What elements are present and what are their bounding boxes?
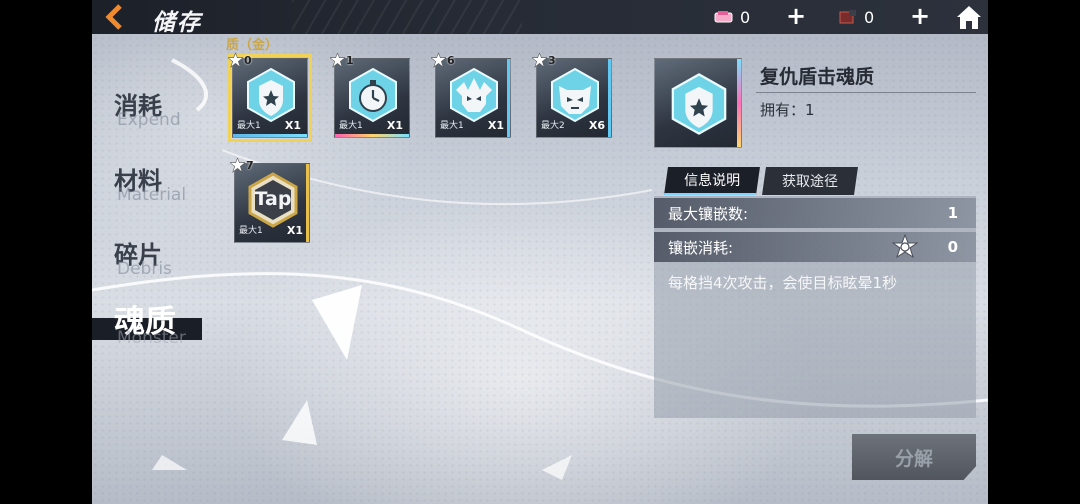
item-description: 每格挡4次攻击，会使目标眩晕1秒 — [668, 274, 898, 292]
page-title: 储存 — [152, 10, 202, 36]
shield-star-icon — [671, 73, 727, 135]
star-level-value: 7 — [246, 159, 254, 172]
star-level: 0 — [228, 53, 252, 68]
tab-expend[interactable]: 消耗 Expend — [92, 86, 212, 136]
star-level: 7 — [230, 158, 254, 173]
item-max: 最大2 — [541, 121, 565, 131]
tab-material-sublabel: Material — [117, 185, 187, 205]
item-max: 最大1 — [237, 121, 261, 131]
star-badge-icon — [431, 53, 446, 68]
rarity-side — [306, 164, 309, 242]
inlay-cost-label: 镶嵌消耗: — [668, 238, 734, 257]
star-level-value: 0 — [244, 54, 252, 67]
rarity-side — [608, 59, 611, 137]
star-level: 3 — [532, 53, 556, 68]
pink-ticket-icon — [714, 11, 733, 23]
top-bar: 储存 0 + 0 + — [92, 0, 988, 36]
item-count: X1 — [386, 119, 403, 132]
star-cost-icon — [891, 234, 918, 259]
max-inlay-value: 1 — [947, 204, 958, 222]
star-level: 1 — [330, 53, 354, 68]
back-button[interactable] — [100, 3, 130, 31]
rarity-strip — [335, 134, 409, 137]
rarity-strip — [233, 134, 307, 137]
stopwatch-icon — [349, 67, 397, 123]
inlay-cost: 0 — [891, 234, 958, 260]
star-badge-icon — [330, 53, 345, 68]
item-max: 最大1 — [440, 121, 464, 131]
tab-monster[interactable]: 魂质 Monster — [92, 302, 212, 352]
home-button[interactable] — [954, 2, 984, 32]
skull-crest-icon — [450, 67, 498, 123]
item-card-tap[interactable]: Tap 7 最大1 X1 — [230, 158, 310, 243]
tap-art-label: Tap — [254, 188, 292, 210]
max-inlay-row: 最大镶嵌数: 1 — [654, 198, 976, 228]
item-card-skull-crest[interactable]: 6 最大1 X1 — [431, 53, 511, 138]
star-level-value: 6 — [447, 54, 455, 67]
star-level-value: 1 — [346, 54, 354, 67]
item-count: X1 — [286, 224, 303, 237]
star-badge-icon — [532, 53, 547, 68]
inlay-cost-value: 0 — [947, 238, 958, 256]
tab-material[interactable]: 材料 Material — [92, 161, 212, 211]
divider — [756, 92, 976, 93]
item-count: X6 — [588, 119, 605, 132]
decompose-button[interactable]: 分解 — [852, 434, 976, 480]
resource-ticket-value: 0 — [740, 7, 751, 27]
tab-debris[interactable]: 碎片 Debris — [92, 235, 212, 285]
rarity-side — [507, 59, 510, 137]
max-inlay-label: 最大镶嵌数: — [668, 204, 749, 223]
detail-item-name: 复仇盾击魂质 — [760, 66, 875, 88]
resource-crate: 0 — [838, 6, 874, 28]
tab-info-label: 信息说明 — [684, 173, 741, 189]
star-level-value: 3 — [548, 54, 556, 67]
item-max: 最大1 — [239, 226, 263, 236]
add-crate-button[interactable]: + — [908, 4, 932, 28]
tab-source[interactable]: 获取途径 — [762, 167, 858, 195]
item-max: 最大1 — [339, 121, 363, 131]
detail-owned: 拥有：1 — [760, 101, 815, 119]
section-label: 质（金） — [226, 38, 279, 53]
resource-ticket: 0 — [714, 6, 750, 28]
red-crate-icon — [839, 10, 856, 24]
top-bar-decoration — [292, 0, 522, 34]
rarity-strip — [737, 59, 741, 147]
item-card-stopwatch[interactable]: 1 最大1 X1 — [330, 53, 410, 138]
resource-crate-value: 0 — [864, 7, 875, 27]
tab-info[interactable]: 信息说明 — [664, 167, 760, 195]
detail-item-icon — [654, 58, 742, 148]
tab-debris-sublabel: Debris — [117, 259, 172, 279]
add-ticket-button[interactable]: + — [784, 4, 808, 28]
shield-star-icon — [247, 67, 295, 123]
tab-monster-sublabel: Monster — [117, 328, 186, 348]
star-badge-icon — [230, 158, 245, 173]
item-count: X1 — [487, 119, 504, 132]
tab-expend-sublabel: Expend — [117, 110, 181, 130]
beast-head-icon — [551, 67, 599, 123]
game-viewport: 储存 0 + 0 + 消耗 Expend 材料 Material 碎片 Debr… — [92, 0, 988, 504]
star-badge-icon — [228, 53, 243, 68]
tab-source-label: 获取途径 — [782, 174, 838, 190]
star-level: 6 — [431, 53, 455, 68]
item-count: X1 — [284, 119, 301, 132]
home-icon — [957, 6, 981, 29]
back-arrow-icon — [105, 4, 122, 30]
info-panel: 最大镶嵌数: 1 镶嵌消耗: 0 每格挡4次攻击，会使目标眩晕1秒 — [654, 196, 976, 418]
item-card-shield-star[interactable]: 0 最大1 X1 — [228, 53, 312, 142]
item-card-beast-head[interactable]: 3 最大2 X6 — [532, 53, 612, 138]
inlay-cost-row: 镶嵌消耗: 0 — [654, 232, 976, 262]
